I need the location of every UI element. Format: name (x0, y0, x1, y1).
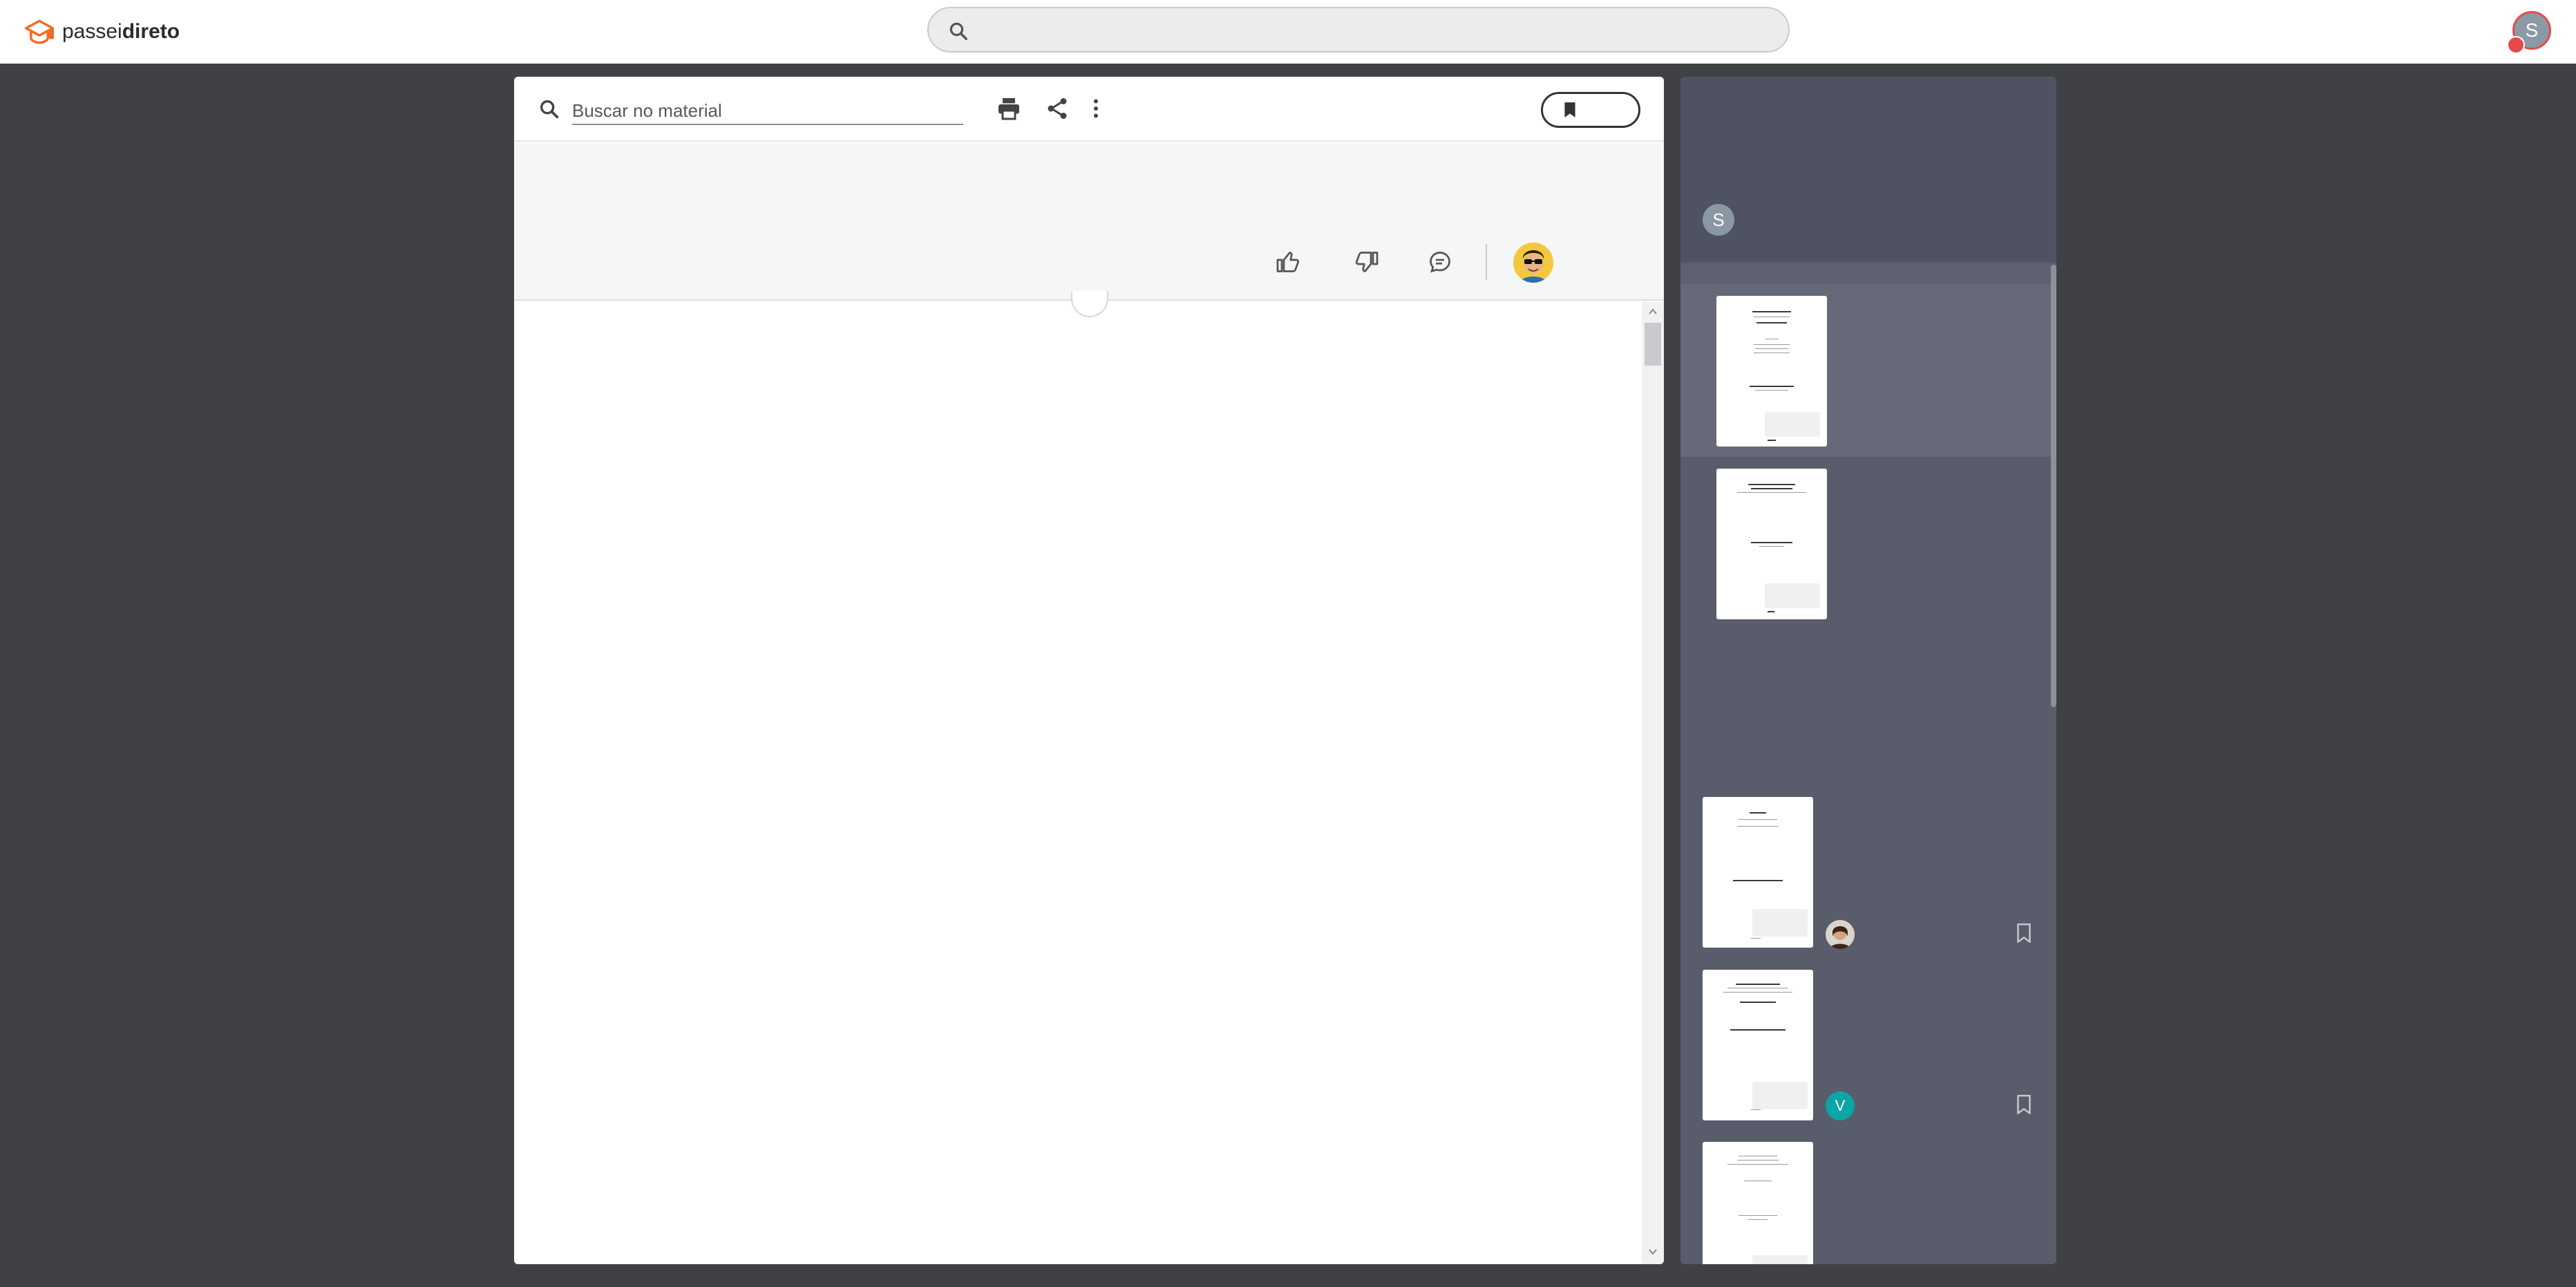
scrollbar-thumb[interactable] (1645, 323, 1661, 366)
page-thumbnail-2[interactable] (1716, 469, 1827, 619)
save-material-button[interactable] (1541, 92, 1640, 128)
related-author-avatar-1[interactable] (1826, 920, 1855, 949)
side-panel-header: S (1680, 77, 2056, 262)
side-user-avatar[interactable]: S (1703, 204, 1734, 236)
avatar-image (1513, 243, 1553, 283)
comment-button[interactable] (1426, 248, 1454, 276)
document-scrollbar[interactable] (1642, 302, 1664, 1264)
print-icon (998, 98, 1019, 120)
thumbs-down-icon (1355, 252, 1379, 272)
related-thumbnail-1[interactable] (1703, 797, 1813, 948)
notification-badge[interactable] (2507, 36, 2525, 54)
like-button[interactable] (1274, 248, 1302, 276)
scroll-down-icon[interactable] (1647, 1246, 1658, 1257)
actions-divider (1486, 244, 1487, 280)
author-avatar[interactable] (1513, 243, 1553, 283)
scroll-up-icon[interactable] (1647, 306, 1658, 317)
more-options-button[interactable] (1082, 95, 1110, 122)
search-icon (949, 22, 967, 40)
side-panel-strip (1680, 263, 2056, 284)
related-author-avatar-2[interactable]: V (1826, 1091, 1855, 1120)
related-thumbnail-3[interactable] (1703, 1142, 1813, 1264)
document-page (514, 302, 1642, 1264)
graduation-cap-icon (25, 19, 54, 44)
share-button[interactable] (1043, 95, 1071, 122)
author-photo (1826, 920, 1855, 949)
thumbs-up-icon (1276, 252, 1300, 272)
brand-logo[interactable]: passeidireto (25, 15, 180, 48)
document-actions-bar (514, 143, 1664, 301)
comment-icon (1430, 252, 1450, 273)
side-panel-scrollbar[interactable] (2051, 265, 2056, 707)
brand-name: passeidireto (62, 20, 180, 43)
bookmark-icon[interactable] (2012, 1091, 2036, 1118)
share-icon (1048, 98, 1067, 119)
document-toolbar: Buscar no material (514, 77, 1664, 142)
document-viewer: Buscar no material (514, 77, 1664, 1264)
more-vertical-icon (1094, 99, 1098, 118)
related-materials-panel: S V (1680, 77, 2056, 1264)
bookmark-icon (1564, 102, 1575, 118)
related-thumbnail-2[interactable] (1703, 970, 1813, 1120)
print-button[interactable] (995, 95, 1023, 122)
search-icon (540, 100, 559, 119)
top-bar: passeidireto S (0, 0, 2576, 64)
page-thumbnail-1[interactable] (1716, 296, 1827, 447)
material-search-input[interactable]: Buscar no material (572, 93, 963, 125)
global-search-input[interactable] (927, 7, 1790, 53)
bookmark-icon[interactable] (2012, 920, 2036, 946)
dislike-button[interactable] (1353, 248, 1381, 276)
